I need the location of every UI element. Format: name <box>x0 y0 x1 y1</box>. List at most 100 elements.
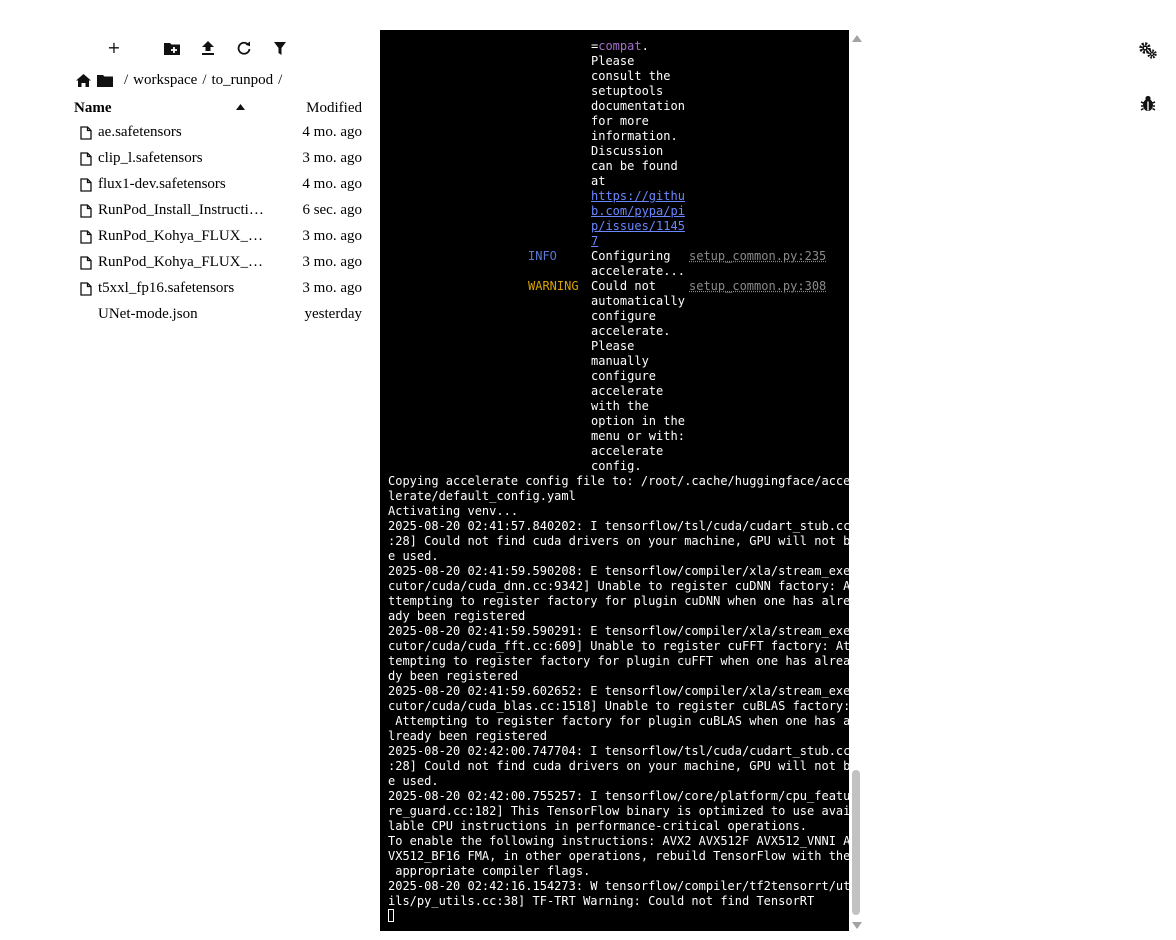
file-icon <box>80 126 92 140</box>
file-row-runpod-kohya-1[interactable]: RunPod_Kohya_FLUX_Training.txt 3 mo. ago <box>74 224 364 250</box>
terminal-line: consult the <box>591 69 671 83</box>
terminal-line: 2025-08-20 02:42:00.747704: I tensorflow… <box>388 744 849 758</box>
terminal-line: cutor/cuda/cuda_dnn.cc:9342] Unable to r… <box>388 579 849 593</box>
terminal-line: can be found <box>591 159 678 173</box>
terminal-line: VX512_BF16 FMA, in other operations, reb… <box>388 849 849 863</box>
file-name: RunPod_Kohya_FLUX_Training.txt <box>98 228 264 244</box>
scroll-up-arrow-icon[interactable] <box>852 35 862 42</box>
breadcrumb-item-workspace[interactable]: workspace <box>133 72 197 89</box>
terminal-line: Please <box>591 54 635 68</box>
terminal-line: tempting to register factory for plugin … <box>388 654 849 668</box>
file-row-runpod-kohya-2[interactable]: RunPod_Kohya_FLUX_LoRA.txt 3 mo. ago <box>74 250 364 276</box>
file-row-t5xxl-fp16[interactable]: t5xxl_fp16.safetensors 3 mo. ago <box>74 276 364 302</box>
terminal-line: dy been registered <box>388 669 519 683</box>
terminal-line: 2025-08-20 02:42:16.154273: W tensorflow… <box>388 879 849 893</box>
refresh-button[interactable] <box>233 38 255 58</box>
warning-message-line: with the <box>591 399 649 413</box>
file-name: ae.safetensors <box>98 124 182 140</box>
terminal-link-line[interactable]: b.com/pypa/pi <box>591 204 685 219</box>
log-level-info: INFO <box>528 249 557 263</box>
settings-gears-icon[interactable] <box>1138 41 1158 61</box>
upload-icon <box>202 41 214 55</box>
new-folder-button[interactable] <box>161 38 183 58</box>
file-name: t5xxl_fp16.safetensors <box>98 280 235 296</box>
file-modified: 3 mo. ago <box>302 280 362 296</box>
file-icon <box>80 230 92 244</box>
warning-message-line: configure <box>591 309 657 323</box>
file-list: ae.safetensors 4 mo. ago clip_l.safetens… <box>74 120 364 328</box>
file-modified: 3 mo. ago <box>302 254 362 270</box>
file-name: UNet-mode.json <box>98 306 198 322</box>
terminal-line: Activating venv... <box>388 504 519 518</box>
terminal-line: To enable the following instructions: AV… <box>388 834 849 848</box>
refresh-icon <box>237 41 251 55</box>
terminal-line: lerate/default_config.yaml <box>388 489 576 503</box>
column-header-name[interactable]: Name <box>74 100 112 117</box>
file-row-runpod-install[interactable]: RunPod_Install_Instructions.txt 6 sec. a… <box>74 198 364 224</box>
terminal-line: at <box>591 174 606 188</box>
breadcrumb-separator: / <box>202 71 207 88</box>
scroll-down-arrow-icon[interactable] <box>852 922 862 929</box>
terminal[interactable]: =compat. Please consult the setuptools docu… <box>380 30 849 931</box>
terminal-line: ttempting to register factory for plugin… <box>388 594 849 608</box>
warning-source-link[interactable]: setup_common.py:308 <box>689 279 826 294</box>
terminal-line: 2025-08-20 02:41:57.840202: I tensorflow… <box>388 519 849 533</box>
warning-message-line: option in the <box>591 414 685 428</box>
warning-message-line: accelerate <box>591 384 664 398</box>
file-row-ae-safetensors[interactable]: ae.safetensors 4 mo. ago <box>74 120 364 146</box>
home-icon[interactable] <box>76 73 91 87</box>
warning-message-line: menu or with: <box>591 429 685 443</box>
terminal-cursor <box>388 909 394 922</box>
terminal-link-line[interactable]: https://githu <box>591 189 685 204</box>
file-icon <box>80 204 92 218</box>
terminal-link-line[interactable]: p/issues/1145 <box>591 219 685 234</box>
terminal-link-line[interactable]: 7 <box>591 234 598 249</box>
new-launcher-button[interactable]: + <box>103 38 125 58</box>
sort-ascending-icon[interactable] <box>236 104 245 110</box>
terminal-line: lable CPU instructions in performance-cr… <box>388 819 808 833</box>
new-folder-icon <box>164 43 180 55</box>
warning-message-line: automatically <box>591 294 685 308</box>
warning-message-line: Please <box>591 339 635 353</box>
file-icon <box>80 282 92 296</box>
file-name: clip_l.safetensors <box>98 150 203 166</box>
terminal-line: documentation <box>591 99 685 113</box>
terminal-line: Discussion <box>591 144 664 158</box>
debug-bug-icon[interactable] <box>1138 94 1158 114</box>
terminal-line: :28] Could not find cuda drivers on your… <box>388 759 849 773</box>
terminal-line: 2025-08-20 02:41:59.602652: E tensorflow… <box>388 684 849 698</box>
file-modified: 4 mo. ago <box>302 176 362 192</box>
filter-icon <box>274 41 286 55</box>
warning-message-line: manually <box>591 354 649 368</box>
info-message-line: Configuring <box>591 249 671 263</box>
upload-button[interactable] <box>197 38 219 58</box>
warning-message-line: accelerate <box>591 444 664 458</box>
breadcrumb-item-to-runpod[interactable]: to_runpod <box>211 72 273 89</box>
file-row-clip-l-safetensors[interactable]: clip_l.safetensors 3 mo. ago <box>74 146 364 172</box>
terminal-line: for more <box>591 114 649 128</box>
warning-message-line: config. <box>591 459 642 473</box>
file-icon <box>80 256 92 270</box>
terminal-line: :28] Could not find cuda drivers on your… <box>388 534 849 548</box>
breadcrumb-separator: / <box>124 71 129 88</box>
filter-button[interactable] <box>269 38 291 58</box>
file-row-unet-mode-json[interactable]: UNet-mode.json yesterday <box>74 302 364 328</box>
info-source-link[interactable]: setup_common.py:235 <box>689 249 826 264</box>
column-header-modified[interactable]: Modified <box>306 100 362 117</box>
terminal-compat-line: =compat. <box>591 39 649 54</box>
terminal-scrollbar[interactable] <box>850 30 862 931</box>
file-icon <box>80 152 92 166</box>
terminal-line: ady been registered <box>388 609 526 623</box>
terminal-line: cutor/cuda/cuda_fft.cc:609] Unable to re… <box>388 639 849 653</box>
terminal-line: 2025-08-20 02:41:59.590208: E tensorflow… <box>388 564 849 578</box>
compat-suffix: . <box>641 39 649 53</box>
folder-icon[interactable] <box>97 74 113 87</box>
file-list-header: Name Modified <box>74 98 364 120</box>
terminal-line: Attempting to register factory for plugi… <box>388 714 849 728</box>
file-row-flux1-dev-safetensors[interactable]: flux1-dev.safetensors 4 mo. ago <box>74 172 364 198</box>
file-icon <box>80 178 92 192</box>
file-name: RunPod_Install_Instructions.txt <box>98 202 264 218</box>
breadcrumb: / workspace / to_runpod / <box>76 70 287 90</box>
terminal-line: 2025-08-20 02:42:00.755257: I tensorflow… <box>388 789 849 803</box>
scrollbar-thumb[interactable] <box>852 770 860 915</box>
